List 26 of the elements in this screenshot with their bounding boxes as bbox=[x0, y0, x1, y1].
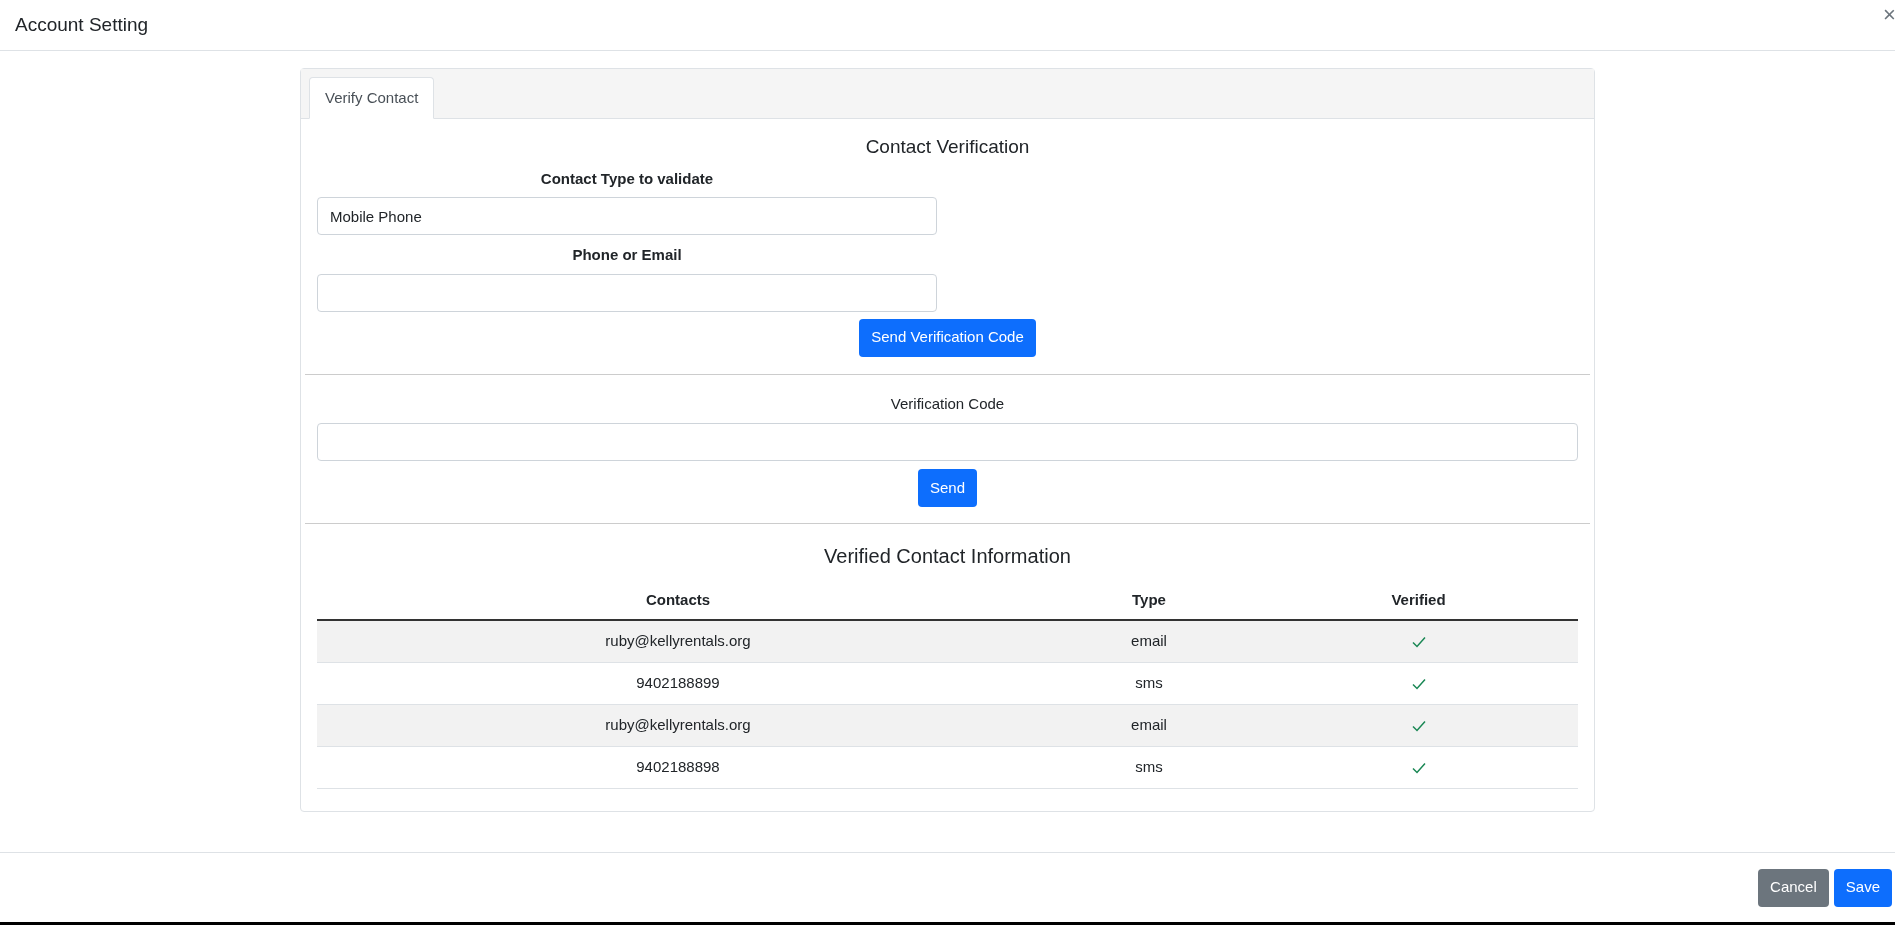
table-cell-text: sms bbox=[1134, 673, 1164, 694]
table-cell-text: email bbox=[1130, 631, 1168, 652]
save-button[interactable]: Save bbox=[1833, 868, 1892, 907]
table-cell-text: email bbox=[1130, 715, 1168, 736]
table-cell-text: ruby@kellyrentals.org bbox=[604, 715, 752, 736]
field-label: Phone or Email bbox=[572, 245, 682, 265]
table-cell-text: 9402188898 bbox=[635, 757, 721, 778]
table-cell-text: sms bbox=[1134, 757, 1164, 778]
send-button[interactable]: Send bbox=[917, 469, 977, 507]
cancel-button[interactable]: Cancel bbox=[1758, 868, 1829, 907]
table-cell-text: ruby@kellyrentals.org bbox=[604, 631, 752, 652]
column-header: Verified bbox=[1390, 589, 1447, 610]
table-cell-text: 9402188899 bbox=[635, 673, 721, 694]
close-button[interactable]: × bbox=[1883, 4, 1895, 26]
verification-code-field[interactable] bbox=[317, 423, 1578, 461]
column-header: Type bbox=[1131, 589, 1167, 610]
field-label: Contact Type to validate bbox=[540, 168, 714, 189]
contact-type-field[interactable]: Mobile Phone bbox=[317, 197, 937, 235]
tab[interactable]: Verify Contact bbox=[309, 77, 435, 119]
input-field[interactable] bbox=[317, 273, 937, 312]
section-title: Contact Verification bbox=[865, 135, 1030, 159]
send-verification-code-button[interactable]: Send Verification Code bbox=[859, 318, 1036, 357]
window-title: Account Setting bbox=[15, 12, 149, 37]
field-label: Verification Code bbox=[890, 393, 1005, 414]
section-title: Verified Contact Information bbox=[824, 544, 1071, 569]
column-header: Contacts bbox=[644, 589, 712, 610]
